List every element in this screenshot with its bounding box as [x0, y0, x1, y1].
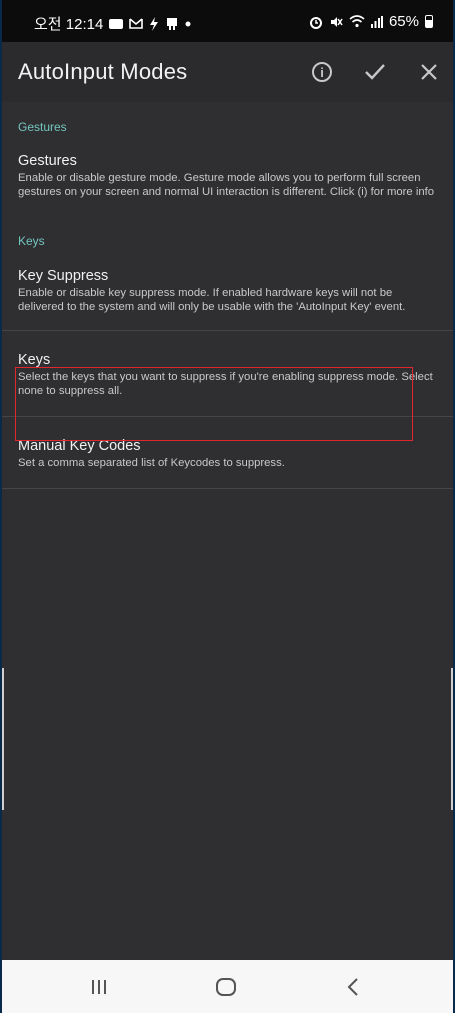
list-item-keys[interactable]: Keys Select the keys that you want to su…: [2, 351, 453, 398]
back-icon: [347, 978, 358, 996]
item-summary: Enable or disable key suppress mode. If …: [18, 287, 406, 313]
section-header-gestures: Gestures: [18, 120, 67, 134]
item-summary: Select the keys that you want to suppres…: [18, 371, 433, 397]
list-item-gestures[interactable]: Gestures Enable or disable gesture mode.…: [2, 152, 453, 199]
list-item-key-suppress[interactable]: Key Suppress Enable or disable key suppr…: [2, 267, 453, 314]
item-title: Gestures: [18, 153, 77, 169]
wifi-icon: [349, 15, 365, 28]
gmail-icon: [129, 18, 144, 29]
scroll-indicator: [451, 668, 453, 810]
screen: 오전 12:14 65% AutoInput Modes i Gestures …: [2, 0, 453, 1013]
check-icon: [365, 64, 385, 80]
signal-icon: [370, 15, 383, 28]
screencast-icon: [165, 17, 179, 31]
status-time: 오전 12:14: [34, 16, 104, 33]
alarm-icon: [309, 15, 323, 29]
dot-icon: [185, 21, 191, 27]
info-icon: i: [312, 62, 332, 82]
scroll-indicator: [2, 668, 4, 810]
gallery-icon: [109, 18, 124, 29]
divider: [2, 488, 453, 489]
info-button[interactable]: i: [308, 58, 336, 86]
close-icon: [421, 64, 437, 80]
section-header-keys: Keys: [18, 234, 45, 248]
navigation-bar: [2, 960, 453, 1013]
item-title: Key Suppress: [18, 268, 109, 284]
recents-icon: [92, 980, 106, 994]
confirm-button[interactable]: [361, 58, 389, 86]
battery-icon: [425, 15, 433, 28]
page-title: AutoInput Modes: [18, 59, 188, 84]
app-bar: AutoInput Modes i: [2, 42, 453, 102]
item-summary: Enable or disable gesture mode. Gesture …: [18, 172, 435, 198]
item-summary: Set a comma separated list of Keycodes t…: [18, 457, 285, 469]
battery-percent: 65%: [388, 13, 419, 30]
status-right: 65%: [309, 13, 433, 30]
flash-icon: [149, 16, 159, 31]
item-title: Keys: [18, 352, 51, 368]
recents-button[interactable]: [79, 974, 119, 1000]
back-button[interactable]: [333, 974, 373, 1000]
mute-icon: [329, 15, 343, 29]
home-icon: [216, 978, 236, 996]
home-button[interactable]: [206, 974, 246, 1000]
status-left: 오전 12:14: [34, 13, 191, 34]
status-bar: 오전 12:14 65%: [2, 0, 453, 42]
item-title: Manual Key Codes: [18, 438, 141, 454]
list-item-manual-key-codes[interactable]: Manual Key Codes Set a comma separated l…: [2, 437, 453, 470]
close-button[interactable]: [415, 58, 443, 86]
settings-list: Gestures Gestures Enable or disable gest…: [2, 102, 453, 489]
